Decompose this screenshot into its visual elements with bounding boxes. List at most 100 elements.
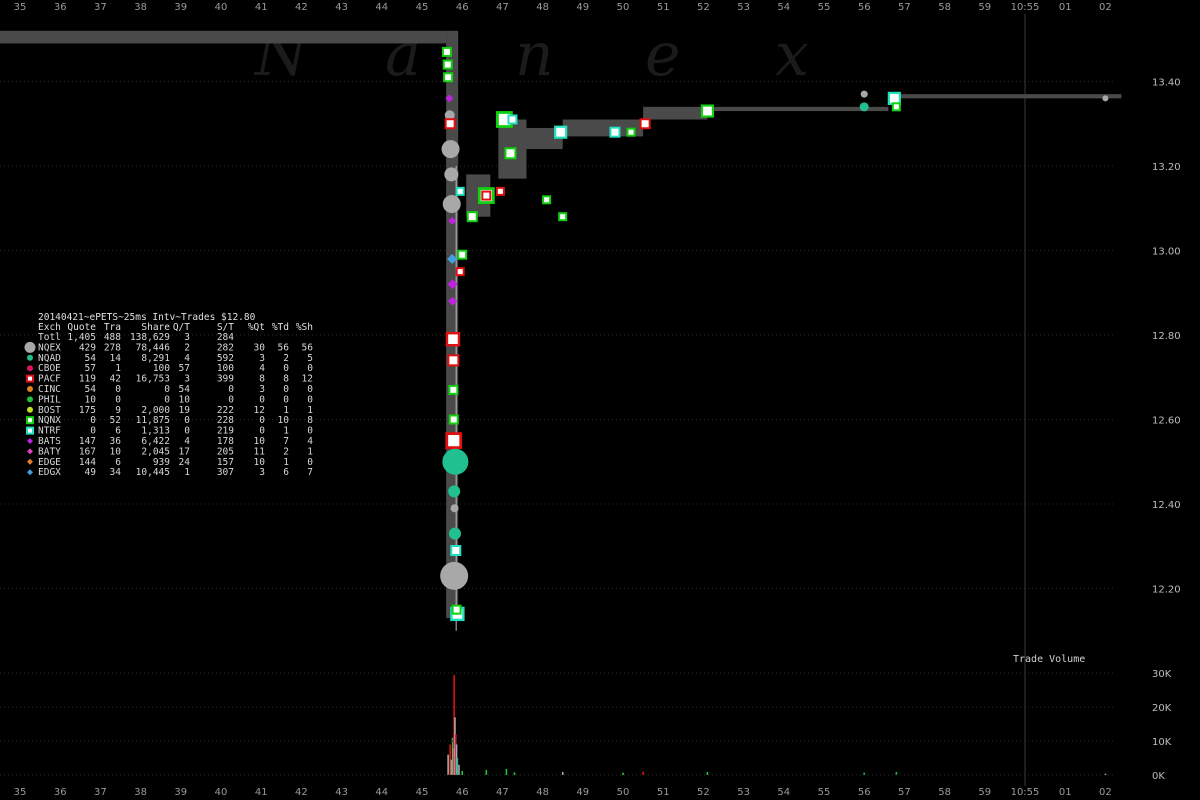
x-tick-bottom: 54 xyxy=(777,787,790,798)
table-cell: 4 xyxy=(184,436,190,447)
trade-marker xyxy=(442,448,469,475)
table-cell: 429 xyxy=(79,342,96,353)
table-cell: 4 xyxy=(184,353,190,364)
legend-swatch xyxy=(24,341,36,353)
table-cell: 1 xyxy=(307,446,313,457)
table-cell: 7 xyxy=(283,436,289,447)
trade-marker xyxy=(891,102,901,112)
table-cell: 8 xyxy=(259,374,265,385)
table-exchange: BOST xyxy=(38,405,61,416)
table-cell: 167 xyxy=(79,446,96,457)
price-tick-label: 13.40 xyxy=(1152,77,1181,88)
table-cell: 0 xyxy=(307,363,313,374)
x-tick-bottom: 55 xyxy=(818,787,831,798)
table-cell: 10 xyxy=(110,446,122,457)
table-cell: 10 xyxy=(278,415,290,426)
price-tick-label: 13.20 xyxy=(1152,162,1181,173)
table-cell: 17 xyxy=(179,446,190,457)
x-tick-bottom: 38 xyxy=(134,787,147,798)
trade-marker xyxy=(609,126,621,138)
trade-marker xyxy=(495,186,505,196)
table-cell: 278 xyxy=(104,342,121,353)
trade-marker xyxy=(859,102,869,112)
volume-bar xyxy=(642,771,644,775)
x-tick-top: 40 xyxy=(215,2,228,13)
price-tick-label: 12.80 xyxy=(1152,331,1181,342)
x-tick-bottom: 02 xyxy=(1099,787,1112,798)
x-tick-bottom: 49 xyxy=(576,787,589,798)
x-tick-top: 36 xyxy=(54,2,67,13)
price-tick-label: 13.00 xyxy=(1152,246,1181,257)
table-cell: 57 xyxy=(179,363,190,374)
table-cell: 10 xyxy=(85,394,97,405)
volume-bar xyxy=(513,772,516,775)
table-cell: 0 xyxy=(307,457,313,468)
table-cell: 0 xyxy=(283,363,289,374)
table-cell: 4 xyxy=(307,436,313,447)
table-cell: 282 xyxy=(217,342,234,353)
trade-marker xyxy=(442,59,453,70)
table-cell: 0 xyxy=(307,426,313,437)
table-cell: 0 xyxy=(283,394,289,405)
table-cell: 939 xyxy=(153,457,170,468)
watermark-letter: n xyxy=(515,20,554,90)
table-cell: 8,291 xyxy=(141,353,170,364)
trade-marker xyxy=(445,332,461,347)
table-cell: 7 xyxy=(307,467,313,478)
trade-marker xyxy=(466,211,478,223)
table-cell: 52 xyxy=(110,415,121,426)
legend-swatch xyxy=(26,374,34,383)
trade-marker xyxy=(626,127,636,137)
x-tick-bottom: 57 xyxy=(898,787,911,798)
trade-marker xyxy=(481,190,492,201)
x-tick-top: 39 xyxy=(174,2,187,13)
table-cell: 34 xyxy=(110,467,122,478)
table-exchange: NQNX xyxy=(38,415,61,426)
table-cell: 10 xyxy=(179,394,191,405)
legend-swatch xyxy=(27,365,33,372)
table-total-cell: 1,405 xyxy=(67,332,96,343)
table-cell: 1 xyxy=(283,457,289,468)
table-cell: 10 xyxy=(254,457,266,468)
x-tick-top: 52 xyxy=(697,2,710,13)
nanex-trade-chart: Nanex 35 36 37 38 39 40 41 42 43 44 45 46 47 48 49 50 51… xyxy=(0,0,1200,800)
volume-bar xyxy=(561,771,564,775)
table-cell: 2,000 xyxy=(141,405,170,416)
trade-marker xyxy=(1102,95,1109,102)
table-cell: 57 xyxy=(85,363,96,374)
x-tick-top: 57 xyxy=(898,2,911,13)
table-cell: 0 xyxy=(90,426,96,437)
table-cell: 30 xyxy=(254,342,266,353)
trade-marker xyxy=(448,485,461,498)
x-tick-top: 54 xyxy=(777,2,790,13)
volume-bar xyxy=(458,764,460,775)
x-tick-top: 02 xyxy=(1099,2,1112,13)
trade-marker xyxy=(447,354,460,367)
table-cell: 592 xyxy=(217,353,234,364)
table-cell: 78,446 xyxy=(136,342,171,353)
price-tick-label: 12.20 xyxy=(1152,585,1181,596)
table-cell: 54 xyxy=(85,353,97,364)
x-tick-top: 51 xyxy=(657,2,670,13)
table-total-cell: Totl xyxy=(38,332,61,343)
table-cell: 1 xyxy=(283,405,289,416)
table-exchange: BATY xyxy=(38,446,61,457)
table-cell: 178 xyxy=(217,436,234,447)
volume-bar xyxy=(447,754,449,775)
table-exchange: CBOE xyxy=(38,363,61,374)
table-cell: 6,422 xyxy=(141,436,170,447)
table-cell: 11 xyxy=(254,446,266,457)
watermark-letter: N xyxy=(253,20,310,90)
trade-marker xyxy=(504,147,517,160)
table-cell: 8 xyxy=(307,415,313,426)
x-tick-top: 49 xyxy=(576,2,589,13)
price-tick-label: 12.60 xyxy=(1152,416,1181,427)
trade-marker xyxy=(442,195,461,214)
table-cell: 2 xyxy=(283,446,289,457)
table-cell: 2 xyxy=(283,353,289,364)
x-tick-bottom: 44 xyxy=(375,787,388,798)
table-exchange: PHIL xyxy=(38,394,61,405)
table-cell: 0 xyxy=(259,394,265,405)
table-cell: 0 xyxy=(283,384,289,395)
table-cell: 5 xyxy=(307,353,313,364)
